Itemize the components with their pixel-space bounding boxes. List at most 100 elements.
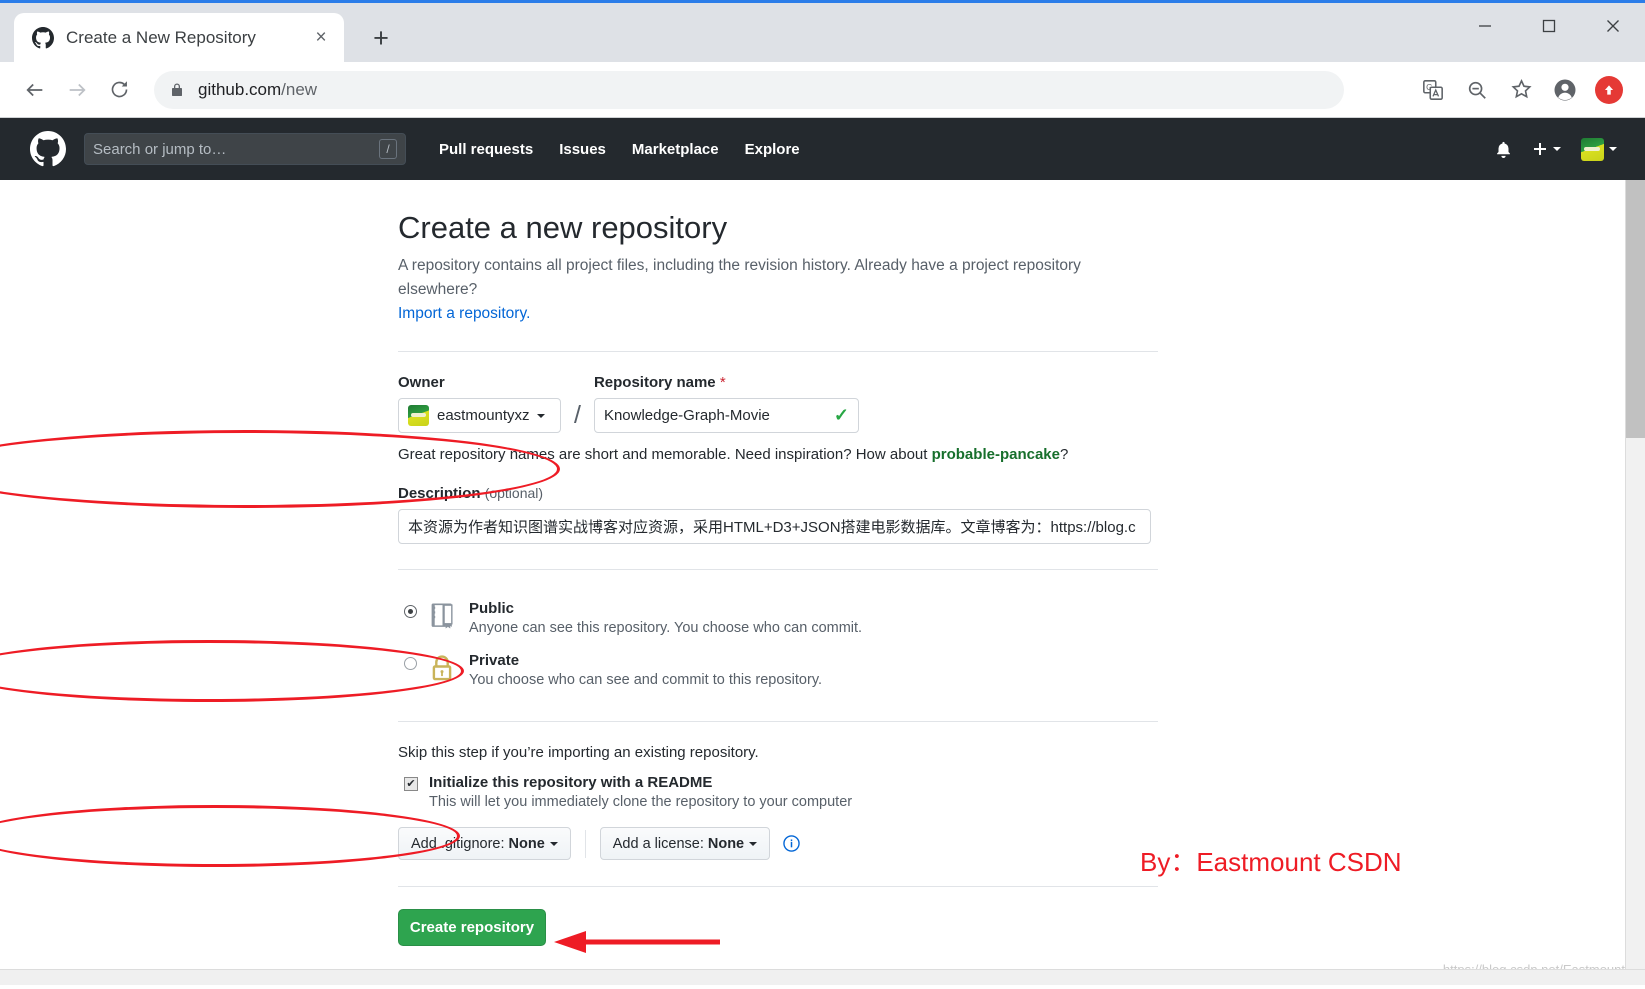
page-title: Create a new repository: [398, 210, 728, 245]
horizontal-scrollbar[interactable]: [0, 969, 1645, 985]
update-badge: [1595, 75, 1623, 104]
required-asterisk: *: [719, 374, 726, 392]
tab-title: Create a New Repository: [66, 27, 256, 47]
bookmark-star-icon[interactable]: [1499, 68, 1543, 112]
lock-icon: [170, 82, 184, 98]
gitignore-value: None: [508, 835, 545, 852]
divider: [398, 351, 1158, 353]
repo-name-value: Knowledge-Graph-Movie: [603, 407, 770, 425]
byline-annotation: By：Eastmount CSDN: [1140, 847, 1402, 877]
description-label-text: Description: [398, 485, 481, 503]
owner-label: Owner: [398, 374, 445, 392]
repo-name-label: Repository name *: [594, 374, 859, 391]
lock-icon: [428, 652, 456, 682]
create-repository-button[interactable]: Create repository: [398, 909, 546, 947]
github-nav: Pull requests Issues Marketplace Explore: [426, 141, 813, 158]
chevron-down-icon: [536, 413, 545, 418]
chevron-down-icon: [749, 841, 758, 846]
nav-explore[interactable]: Explore: [745, 141, 800, 158]
repo-name-field: Repository name * Knowledge-Graph-Movie …: [593, 374, 859, 434]
info-circle-icon[interactable]: [783, 835, 800, 852]
owner-select[interactable]: eastmountyxz: [398, 398, 561, 434]
owner-repo-separator: /: [574, 401, 581, 430]
hint-suggestion[interactable]: probable-pancake: [932, 446, 1060, 463]
url-host: github.com: [198, 79, 282, 99]
readme-checkbox[interactable]: ✔: [404, 777, 418, 792]
hint-prefix: Great repository names are short and mem…: [398, 446, 932, 464]
radio-public[interactable]: [404, 605, 417, 619]
visibility-private-title: Private: [469, 652, 520, 670]
visibility-option-public[interactable]: Public Anyone can see this repository. Y…: [398, 592, 1158, 644]
owner-value: eastmountyxz: [437, 407, 530, 425]
update-icon[interactable]: [1587, 68, 1631, 112]
divider: [584, 829, 586, 858]
description-input[interactable]: 本资源为作者知识图谱实战博客对应资源，采用HTML+D3+JSON搭建电影数据库…: [398, 509, 1151, 545]
repo-name-input[interactable]: Knowledge-Graph-Movie ✓: [593, 398, 859, 434]
repo-book-icon: [428, 600, 456, 630]
github-icon: [32, 26, 54, 49]
back-arrow-icon[interactable]: [14, 69, 56, 111]
readme-title: Initialize this repository with a README: [429, 774, 713, 792]
divider: [398, 569, 1158, 571]
toolbar-icon-group: G: [1411, 68, 1631, 112]
plus-icon[interactable]: [1532, 141, 1561, 157]
hint-suffix: ?: [1059, 446, 1069, 464]
nav-marketplace[interactable]: Marketplace: [632, 141, 719, 158]
license-prefix: Add a license:: [612, 835, 704, 852]
bell-icon[interactable]: [1495, 141, 1512, 158]
tab-close-icon[interactable]: ×: [308, 25, 334, 51]
repo-name-hint: Great repository names are short and mem…: [398, 446, 1158, 463]
chevron-down-icon: [1609, 147, 1617, 151]
license-dropdown[interactable]: Add a license: None: [599, 827, 771, 861]
forward-arrow-icon[interactable]: [56, 69, 98, 111]
divider: [398, 886, 1158, 888]
annotation-ellipse-visibility: [0, 640, 464, 702]
owner-repo-row: Owner eastmountyxz / Repository name * K…: [398, 374, 1158, 434]
visibility-public-title: Public: [469, 600, 515, 618]
visibility-options: Public Anyone can see this repository. Y…: [398, 592, 1158, 696]
visibility-private-desc: You choose who can see and commit to thi…: [469, 672, 823, 689]
radio-private[interactable]: [404, 657, 417, 671]
chevron-down-icon: [1553, 147, 1561, 151]
search-input[interactable]: Search or jump to… /: [84, 133, 406, 165]
url-path: /new: [281, 79, 318, 99]
profile-icon[interactable]: [1543, 68, 1587, 112]
owner-field: Owner eastmountyxz: [398, 374, 561, 434]
repo-name-label-text: Repository name: [593, 374, 716, 392]
translate-icon[interactable]: G: [1411, 68, 1455, 112]
lede-text: A repository contains all project files,…: [398, 257, 1081, 299]
reload-icon[interactable]: [98, 69, 140, 111]
description-optional-tag: (optional): [484, 485, 544, 502]
close-icon[interactable]: [1581, 3, 1645, 49]
browser-tab[interactable]: Create a New Repository ×: [14, 13, 344, 62]
import-repository-link[interactable]: Import a repository.: [398, 305, 530, 322]
github-mark-icon[interactable]: [30, 131, 66, 167]
readme-option[interactable]: ✔ Initialize this repository with a READ…: [398, 774, 1158, 810]
new-tab-button[interactable]: +: [362, 19, 400, 57]
maximize-icon[interactable]: [1517, 3, 1581, 49]
annotation-ellipse-readme: [0, 805, 460, 867]
address-url: github.com/new: [198, 80, 317, 100]
owner-avatar: [408, 405, 429, 427]
window-controls: [1453, 3, 1645, 49]
minimize-icon[interactable]: [1453, 3, 1517, 49]
gitignore-dropdown[interactable]: Add .gitignore: None: [398, 827, 571, 861]
description-value: 本资源为作者知识图谱实战博客对应资源，采用HTML+D3+JSON搭建电影数据库…: [408, 519, 1136, 537]
skip-note: Skip this step if you’re importing an ex…: [398, 744, 759, 762]
page-content: Create a new repository A repository con…: [0, 180, 1645, 985]
chevron-down-icon: [549, 841, 558, 846]
scrollbar-thumb[interactable]: [1626, 180, 1645, 438]
avatar[interactable]: [1581, 137, 1617, 161]
visibility-option-private[interactable]: Private You choose who can see and commi…: [398, 644, 1158, 696]
user-avatar-image: [1581, 137, 1604, 161]
zoom-out-icon[interactable]: [1455, 68, 1499, 112]
browser-window: Create a New Repository × + github.com/n…: [0, 0, 1645, 989]
nav-pull-requests[interactable]: Pull requests: [439, 141, 533, 158]
search-placeholder: Search or jump to…: [93, 140, 227, 158]
page-scrollbar[interactable]: ▲: [1625, 180, 1645, 969]
readme-text: Initialize this repository with a README…: [429, 774, 852, 810]
new-repo-form: Create a new repository A repository con…: [398, 180, 1158, 947]
address-bar[interactable]: github.com/new: [154, 70, 1344, 109]
repo-extras-row: Add .gitignore: None Add a license: None: [398, 827, 1158, 861]
nav-issues[interactable]: Issues: [559, 141, 606, 158]
